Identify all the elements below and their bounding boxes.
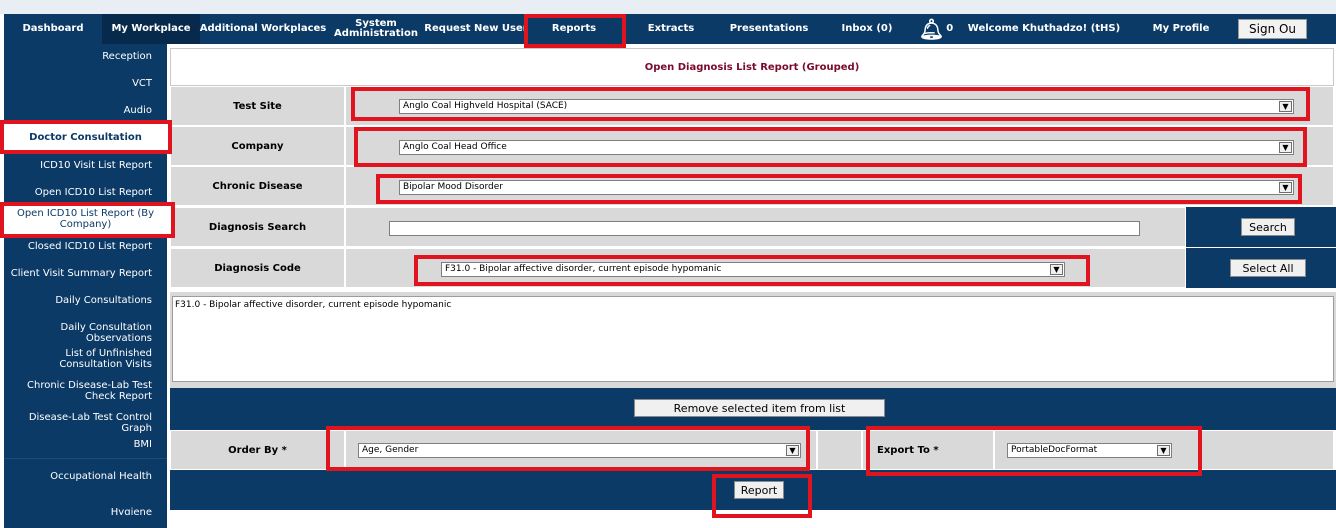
chevron-down-icon: ▼ [786, 445, 799, 456]
company-label: Company [170, 126, 345, 166]
chronic-disease-row: Chronic Disease Bipolar Mood Disorder ▼ [170, 166, 1336, 206]
company-cell: Anglo Coal Head Office ▼ [345, 126, 1334, 166]
sidebar-item-reception[interactable]: Reception [4, 51, 167, 62]
spacer-cell [817, 430, 862, 470]
diagnosis-search-label: Diagnosis Search [170, 207, 345, 247]
sidebar-item-closed-icd10-list-report[interactable]: Closed ICD10 List Report [4, 241, 167, 252]
search-button[interactable]: Search [1241, 218, 1295, 236]
chevron-down-icon: ▼ [1279, 182, 1292, 193]
nav-reports[interactable]: Reports [526, 14, 622, 44]
sidebar-divider [4, 458, 167, 459]
sidebar-item-open-icd10-by-company[interactable]: Open ICD10 List Report (By Company) [4, 204, 167, 234]
nav-inbox[interactable]: Inbox (0) [818, 14, 916, 44]
sidebar-item-bmi[interactable]: BMI [4, 439, 167, 450]
test-site-cell: Anglo Coal Highveld Hospital (SACE) ▼ [345, 86, 1334, 126]
remove-button-band: Remove selected item from list [170, 388, 1336, 430]
test-site-value: Anglo Coal Highveld Hospital (SACE) [403, 101, 568, 111]
bell-icon: 🔔︎ [918, 17, 945, 41]
chevron-down-icon: ▼ [1050, 264, 1063, 275]
diagnosis-code-label: Diagnosis Code [170, 248, 345, 288]
notification-count: 0 [946, 23, 954, 34]
export-to-label: Export To * [862, 430, 994, 470]
diagnosis-code-select[interactable]: F31.0 - Bipolar affective disorder, curr… [441, 262, 1065, 277]
company-value: Anglo Coal Head Office [403, 142, 507, 152]
nav-presentations[interactable]: Presentations [720, 14, 818, 44]
order-by-cell: Age, Gender ▼ [345, 430, 817, 470]
export-to-select[interactable]: PortableDocFormat ▼ [1007, 443, 1172, 458]
selected-diagnoses-list[interactable]: F31.0 - Bipolar affective disorder, curr… [172, 296, 1334, 382]
nav-extracts[interactable]: Extracts [622, 14, 720, 44]
chronic-disease-select[interactable]: Bipolar Mood Disorder ▼ [399, 180, 1294, 195]
test-site-label: Test Site [170, 86, 345, 126]
test-site-select[interactable]: Anglo Coal Highveld Hospital (SACE) ▼ [399, 99, 1294, 114]
select-all-cell: Select All [1186, 248, 1336, 288]
diagnosis-search-input[interactable] [389, 221, 1140, 236]
sidebar-item-audio[interactable]: Audio [4, 105, 167, 116]
diagnosis-code-value: F31.0 - Bipolar affective disorder, curr… [445, 264, 722, 274]
order-by-select[interactable]: Age, Gender ▼ [358, 443, 801, 458]
sidebar-item-unfinished-consultation-visits[interactable]: List of Unfinished Consultation Visits [17, 348, 167, 370]
sidebar-item-daily-consultation-observations[interactable]: Daily Consultation Observations [4, 322, 167, 344]
sidebar-item-hygiene[interactable]: Hygiene [4, 507, 167, 515]
export-to-cell: PortableDocFormat ▼ [994, 430, 1334, 470]
nav-my-profile[interactable]: My Profile [1132, 14, 1230, 44]
diagnosis-search-row: Diagnosis Search Search [170, 207, 1336, 247]
sidebar-item-daily-consultations[interactable]: Daily Consultations [4, 295, 167, 306]
sidebar-item-chronic-disease-lab-test[interactable]: Chronic Disease-Lab Test Check Report [7, 380, 167, 402]
chevron-down-icon: ▼ [1279, 142, 1292, 153]
order-by-label: Order By * [170, 430, 345, 470]
report-button[interactable]: Report [734, 481, 784, 499]
select-all-button[interactable]: Select All [1230, 259, 1306, 277]
company-select[interactable]: Anglo Coal Head Office ▼ [399, 140, 1294, 155]
chronic-disease-value: Bipolar Mood Disorder [403, 182, 503, 192]
nav-additional-workplaces[interactable]: Additional Workplaces [200, 14, 326, 44]
nav-system-administration[interactable]: System Administration [326, 14, 426, 44]
nav-notifications[interactable]: 🔔︎ 0 [916, 14, 956, 44]
sidebar-item-open-icd10-list-report[interactable]: Open ICD10 List Report [4, 187, 167, 198]
chevron-down-icon: ▼ [1279, 101, 1292, 112]
report-button-band: Report [170, 470, 1336, 510]
nav-request-new-user[interactable]: Request New User [424, 14, 527, 44]
nav-system-administration-line2: Administration [334, 28, 418, 39]
diagnosis-code-row: Diagnosis Code F31.0 - Bipolar affective… [170, 248, 1336, 288]
order-by-value: Age, Gender [362, 445, 419, 455]
order-export-row: Order By * Age, Gender ▼ Export To * Por… [170, 430, 1336, 470]
company-row: Company Anglo Coal Head Office ▼ [170, 126, 1336, 166]
test-site-row: Test Site Anglo Coal Highveld Hospital (… [170, 86, 1336, 126]
chronic-disease-cell: Bipolar Mood Disorder ▼ [345, 166, 1334, 206]
sign-out-button[interactable]: Sign Ou [1238, 19, 1308, 39]
top-nav: Dashboard My Workplace Additional Workpl… [4, 14, 1336, 44]
chronic-disease-label: Chronic Disease [170, 166, 345, 206]
search-button-cell: Search [1186, 207, 1336, 247]
diagnosis-search-cell [345, 207, 1186, 247]
top-strip [0, 0, 1336, 14]
report-form: Open Diagnosis List Report (Grouped) Tes… [170, 44, 1336, 528]
nav-my-workplace[interactable]: My Workplace [102, 14, 200, 44]
sidebar-item-vct[interactable]: VCT [4, 78, 167, 89]
chevron-down-icon: ▼ [1157, 445, 1170, 456]
page-title: Open Diagnosis List Report (Grouped) [170, 48, 1334, 86]
selected-list-item[interactable]: F31.0 - Bipolar affective disorder, curr… [175, 300, 1331, 310]
export-to-value: PortableDocFormat [1011, 445, 1098, 455]
welcome-text: Welcome Khuthadzo! (tHS) [967, 23, 1121, 34]
sidebar-item-icd10-visit-list-report[interactable]: ICD10 Visit List Report [4, 160, 167, 171]
sidebar: Reception VCT Audio Doctor Consultation … [4, 44, 167, 528]
sidebar-item-client-visit-summary[interactable]: Client Visit Summary Report [4, 268, 167, 279]
nav-dashboard[interactable]: Dashboard [4, 14, 102, 44]
sidebar-item-disease-lab-test-graph[interactable]: Disease-Lab Test Control Graph [4, 412, 167, 434]
sidebar-item-doctor-consultation[interactable]: Doctor Consultation [4, 123, 167, 153]
diagnosis-code-cell: F31.0 - Bipolar affective disorder, curr… [345, 248, 1186, 288]
remove-selected-item-button[interactable]: Remove selected item from list [634, 399, 885, 417]
sidebar-item-occupational-health[interactable]: Occupational Health [4, 471, 167, 482]
